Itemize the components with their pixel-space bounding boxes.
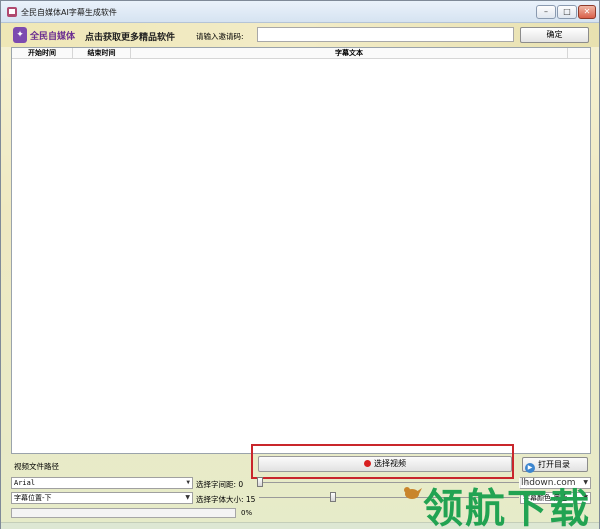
status-bar — [1, 522, 599, 529]
letter-spacing-label: 选择字间距: 0 — [196, 480, 244, 489]
invite-code-label: 请输入邀请码: — [196, 32, 244, 41]
column-extra[interactable] — [568, 48, 590, 58]
column-subtitle-text[interactable]: 字幕文本 — [131, 48, 568, 58]
title-bar[interactable]: 全民自媒体AI字幕生成软件 – □ ✕ — [1, 1, 599, 23]
font-size-slider-thumb[interactable] — [330, 492, 336, 502]
font-size-label: 选择字体大小: 15 — [196, 495, 256, 504]
window-title: 全民自媒体AI字幕生成软件 — [21, 8, 117, 17]
card-select-value: 卡 — [523, 479, 530, 487]
subtitle-table[interactable]: 开始时间 结束时间 字幕文本 — [11, 47, 591, 454]
logo-text: 全民自媒体 — [30, 31, 76, 42]
progress-bar — [11, 508, 236, 518]
subtitle-position-select[interactable]: 字幕位置-下 ▼ — [11, 492, 193, 504]
select-video-button[interactable]: 选择视频 — [258, 456, 512, 472]
chevron-down-icon: ▼ — [185, 494, 190, 501]
letter-spacing-track[interactable] — [259, 482, 519, 483]
open-directory-label: 打开目录 — [538, 460, 570, 469]
chevron-down-icon: ▼ — [186, 479, 190, 486]
app-window: 全民自媒体AI字幕生成软件 – □ ✕ ✦ 全民自媒体 点击获取更多精品软件 请… — [0, 0, 600, 529]
position-select-value: 字幕位置-下 — [14, 494, 52, 502]
table-header: 开始时间 结束时间 字幕文本 — [12, 48, 590, 59]
font-select[interactable]: Arial ▼ — [11, 477, 193, 489]
column-start-time[interactable]: 开始时间 — [12, 48, 73, 58]
close-button[interactable]: ✕ — [578, 5, 596, 19]
font-size-track[interactable] — [259, 497, 519, 498]
open-directory-button[interactable]: ▶ 打开目录 — [522, 457, 588, 473]
progress-text: 0% — [241, 509, 253, 517]
subtitle-color-select[interactable]: 字幕颜色-黑色 ▼ — [520, 492, 591, 504]
select-video-label: 选择视频 — [374, 459, 406, 468]
logo-icon: ✦ — [13, 27, 27, 43]
play-circle-icon: ▶ — [525, 463, 535, 473]
video-path-label: 视频文件路径 — [14, 462, 59, 471]
minimize-button[interactable]: – — [536, 5, 556, 19]
confirm-button[interactable]: 确定 — [520, 27, 589, 43]
promo-link[interactable]: 点击获取更多精品软件 — [85, 30, 175, 43]
column-end-time[interactable]: 结束时间 — [73, 48, 131, 58]
logo: ✦ 全民自媒体 — [13, 25, 75, 45]
bird-icon — [404, 487, 422, 499]
invite-code-input[interactable] — [257, 27, 514, 42]
record-icon — [364, 460, 371, 467]
app-icon — [7, 7, 17, 17]
font-select-value: Arial — [14, 479, 36, 487]
card-select[interactable]: 卡 ▼ — [520, 477, 591, 489]
header-bar: ✦ 全民自媒体 点击获取更多精品软件 请输入邀请码: 确定 — [1, 23, 599, 47]
color-select-value: 字幕颜色-黑色 — [523, 494, 568, 502]
maximize-button[interactable]: □ — [557, 5, 577, 19]
chevron-down-icon: ▼ — [583, 479, 588, 486]
chevron-down-icon: ▼ — [583, 494, 588, 501]
letter-spacing-slider-thumb[interactable] — [257, 477, 263, 487]
